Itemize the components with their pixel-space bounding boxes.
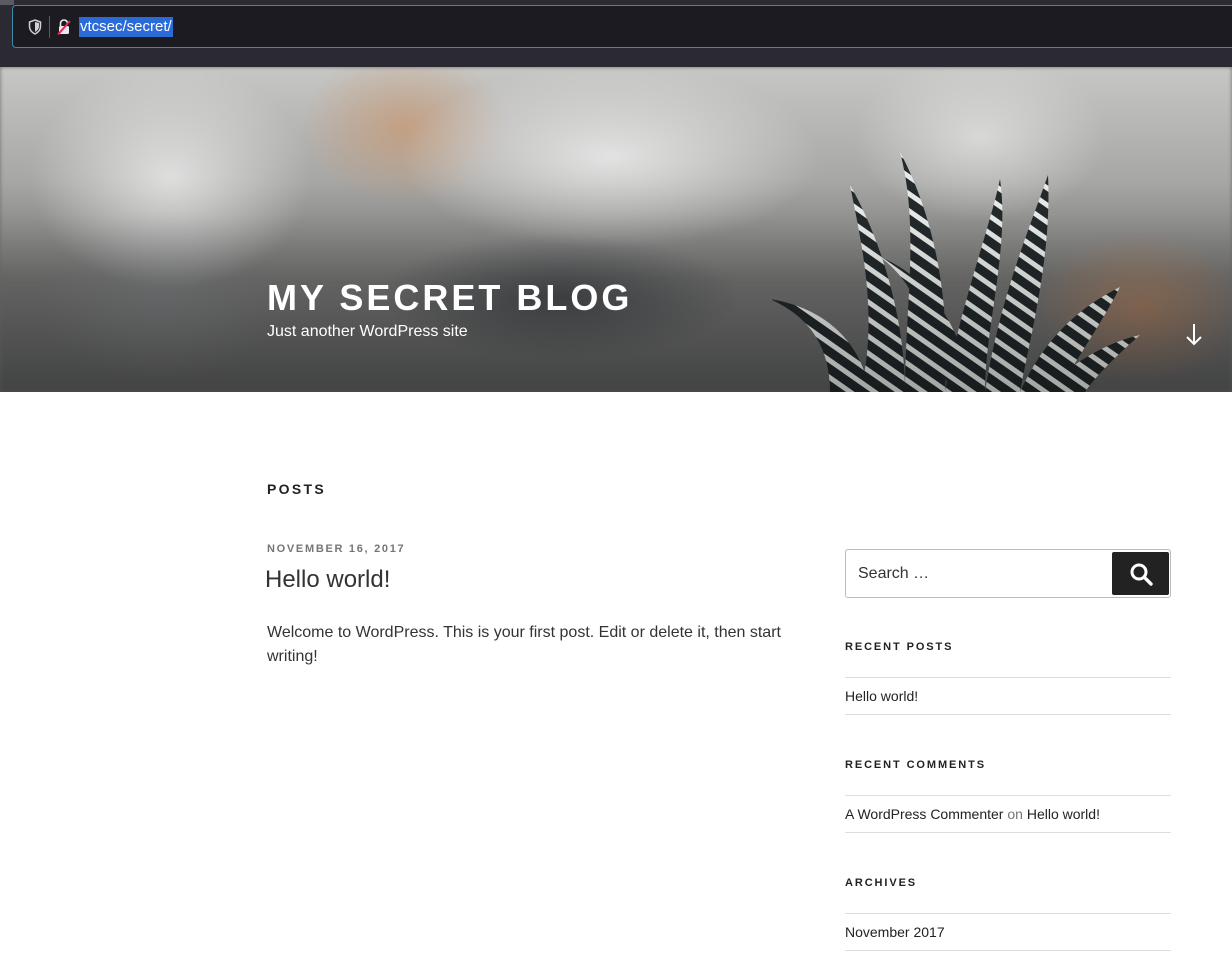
archives-list: November 2017 [845,913,1171,951]
search-icon [1130,563,1153,586]
address-bar[interactable]: vtcsec/secret/ [12,5,1232,48]
recent-posts-title: RECENT POSTS [845,641,954,653]
page-title: POSTS [267,481,326,497]
tab-strip-edge [0,0,14,5]
recent-posts-list: Hello world! [845,677,1171,715]
post-date-link[interactable]: NOVEMBER 16, 2017 [267,543,405,555]
list-item: November 2017 [845,914,1171,951]
lock-slash-icon[interactable] [56,18,72,36]
search-button[interactable]: Search [1112,552,1169,595]
archives-title: ARCHIVES [845,877,918,889]
comment-post-link[interactable]: Hello world! [1027,806,1100,822]
comment-author-link[interactable]: A WordPress Commenter [845,806,1003,822]
site-header: MY SECRET BLOG Just another WordPress si… [0,67,1232,392]
recent-comments-list: A WordPress Commenter on Hello world! [845,795,1171,833]
site-description: Just another WordPress site [267,323,468,340]
comment-connector: on [1007,806,1023,822]
browser-toolbar: vtcsec/secret/ [0,0,1232,67]
search-button-label: Search [1141,586,1142,587]
list-item: Hello world! [845,678,1171,715]
header-overlay [0,67,1232,392]
arrow-down-icon[interactable] [1182,322,1206,348]
address-bar-separator [49,16,50,38]
url-text[interactable]: vtcsec/secret/ [79,17,173,37]
list-item: A WordPress Commenter on Hello world! [845,796,1171,833]
shield-icon[interactable] [28,19,42,35]
search-form: Search [845,549,1171,598]
recent-comments-title: RECENT COMMENTS [845,759,986,771]
site-title[interactable]: MY SECRET BLOG [267,277,632,319]
recent-post-link[interactable]: Hello world! [845,688,918,704]
search-input[interactable] [846,550,1112,597]
archive-link[interactable]: November 2017 [845,924,945,940]
post-title-link[interactable]: Hello world! [265,564,390,596]
post-excerpt: Welcome to WordPress. This is your first… [267,624,781,665]
